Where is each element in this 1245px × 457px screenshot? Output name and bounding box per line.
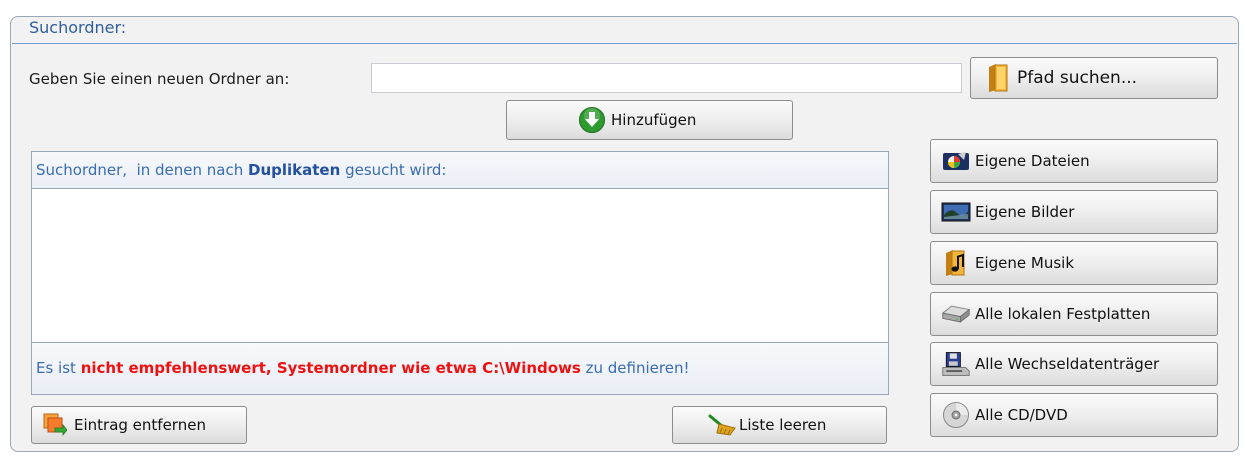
quick-location-button[interactable]: Eigene Dateien xyxy=(930,139,1218,183)
broom-icon xyxy=(707,412,737,438)
music-icon xyxy=(941,250,971,276)
quick-location-label: Eigene Dateien xyxy=(975,152,1090,170)
remove-entry-button[interactable]: Eintrag entfernen xyxy=(31,406,247,444)
quick-location-label: Alle lokalen Festplatten xyxy=(975,305,1151,323)
quick-location-button[interactable]: Eigene Musik xyxy=(930,241,1218,285)
folder-list[interactable] xyxy=(32,189,888,343)
pictures-icon xyxy=(941,199,971,225)
add-folder-button[interactable]: Hinzufügen xyxy=(506,100,793,140)
quick-location-label: Eigene Bilder xyxy=(975,203,1075,221)
list-header-bold: Duplikaten xyxy=(248,161,341,179)
browse-path-button[interactable]: Pfad suchen... xyxy=(970,57,1218,99)
folder-path-input[interactable] xyxy=(371,63,962,93)
remove-entry-label: Eintrag entfernen xyxy=(74,416,206,434)
folder-list-panel: Suchordner, in denen nach Duplikaten ges… xyxy=(31,151,889,395)
quick-location-button[interactable]: Alle lokalen Festplatten xyxy=(930,292,1218,336)
removable-drive-icon xyxy=(941,351,971,377)
quick-location-label: Alle CD/DVD xyxy=(975,406,1068,424)
quick-location-button[interactable]: Alle Wechseldatenträger xyxy=(930,342,1218,386)
add-folder-label: Hinzufügen xyxy=(611,111,697,129)
list-header-text: Suchordner, in denen nach xyxy=(36,161,249,179)
group-divider xyxy=(12,43,1237,44)
folder-list-header: Suchordner, in denen nach Duplikaten ges… xyxy=(32,152,888,189)
quick-location-button[interactable]: Alle CD/DVD xyxy=(930,393,1218,437)
browse-path-label: Pfad suchen... xyxy=(1017,68,1138,88)
warning-message: Es ist nicht empfehlenswert, Systemordne… xyxy=(32,342,888,394)
quick-location-label: Eigene Musik xyxy=(975,254,1075,272)
hard-drive-icon xyxy=(941,301,971,327)
warning-bold: nicht empfehlenswert, Systemordner wie e… xyxy=(80,359,581,377)
add-arrow-icon xyxy=(577,107,607,133)
folder-input-label: Geben Sie einen neuen Ordner an: xyxy=(29,70,290,88)
warning-suffix: zu definieren! xyxy=(580,359,690,377)
remove-entry-icon xyxy=(40,412,70,438)
quick-location-button[interactable]: Eigene Bilder xyxy=(930,190,1218,234)
quick-location-label: Alle Wechseldatenträger xyxy=(975,355,1160,373)
list-header-suffix: gesucht wird: xyxy=(340,161,447,179)
clear-list-button[interactable]: Liste leeren xyxy=(672,406,887,444)
group-title: Suchordner: xyxy=(29,18,127,37)
search-folders-group: Suchordner: Geben Sie einen neuen Ordner… xyxy=(10,16,1239,452)
warning-prefix: Es ist xyxy=(36,359,81,377)
folder-icon xyxy=(983,64,1013,92)
documents-icon xyxy=(941,148,971,174)
cd-dvd-icon xyxy=(941,402,971,428)
clear-list-label: Liste leeren xyxy=(739,416,827,434)
